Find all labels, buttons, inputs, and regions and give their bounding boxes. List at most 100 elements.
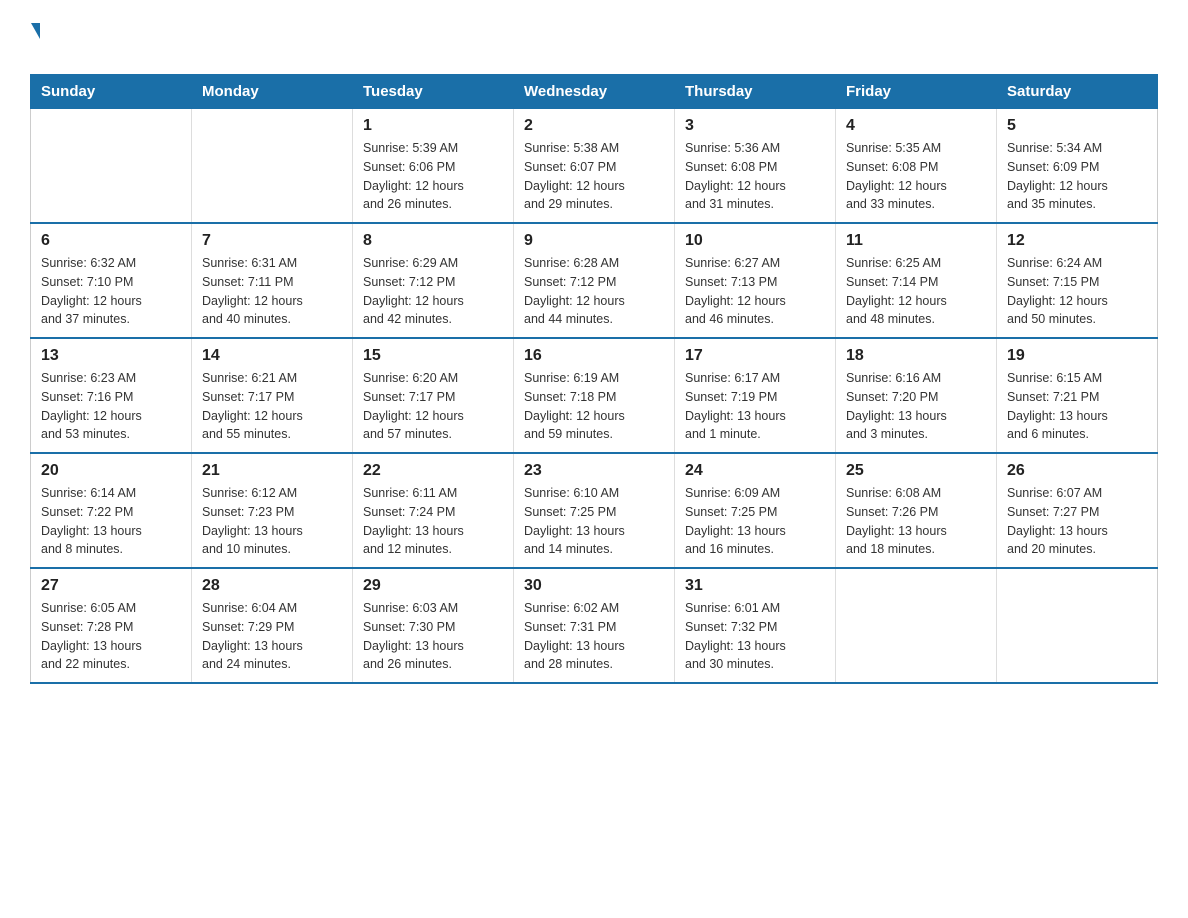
day-number: 12 bbox=[1007, 232, 1147, 250]
day-info: Sunrise: 6:02 AM Sunset: 7:31 PM Dayligh… bbox=[524, 599, 664, 674]
day-info: Sunrise: 6:25 AM Sunset: 7:14 PM Dayligh… bbox=[846, 254, 986, 329]
day-info: Sunrise: 6:17 AM Sunset: 7:19 PM Dayligh… bbox=[685, 369, 825, 444]
day-info: Sunrise: 6:05 AM Sunset: 7:28 PM Dayligh… bbox=[41, 599, 181, 674]
logo bbox=[30, 20, 40, 62]
day-info: Sunrise: 6:23 AM Sunset: 7:16 PM Dayligh… bbox=[41, 369, 181, 444]
calendar-cell: 16 Sunrise: 6:19 AM Sunset: 7:18 PM Dayli… bbox=[514, 338, 675, 453]
calendar-cell: 23 Sunrise: 6:10 AM Sunset: 7:25 PM Dayli… bbox=[514, 453, 675, 568]
day-number: 23 bbox=[524, 462, 664, 480]
day-number: 3 bbox=[685, 117, 825, 135]
day-info: Sunrise: 6:28 AM Sunset: 7:12 PM Dayligh… bbox=[524, 254, 664, 329]
day-info: Sunrise: 6:14 AM Sunset: 7:22 PM Dayligh… bbox=[41, 484, 181, 559]
day-info: Sunrise: 6:27 AM Sunset: 7:13 PM Dayligh… bbox=[685, 254, 825, 329]
logo-arrow-icon bbox=[31, 23, 40, 39]
day-info: Sunrise: 5:39 AM Sunset: 6:06 PM Dayligh… bbox=[363, 139, 503, 214]
calendar-week-row: 13 Sunrise: 6:23 AM Sunset: 7:16 PM Dayli… bbox=[31, 338, 1158, 453]
day-info: Sunrise: 6:15 AM Sunset: 7:21 PM Dayligh… bbox=[1007, 369, 1147, 444]
calendar-cell: 25 Sunrise: 6:08 AM Sunset: 7:26 PM Dayli… bbox=[836, 453, 997, 568]
calendar-cell: 13 Sunrise: 6:23 AM Sunset: 7:16 PM Dayli… bbox=[31, 338, 192, 453]
calendar-cell: 3 Sunrise: 5:36 AM Sunset: 6:08 PM Daylig… bbox=[675, 109, 836, 224]
calendar-table: SundayMondayTuesdayWednesdayThursdayFrid… bbox=[30, 74, 1158, 684]
calendar-cell: 9 Sunrise: 6:28 AM Sunset: 7:12 PM Daylig… bbox=[514, 223, 675, 338]
day-number: 21 bbox=[202, 462, 342, 480]
day-info: Sunrise: 6:07 AM Sunset: 7:27 PM Dayligh… bbox=[1007, 484, 1147, 559]
day-info: Sunrise: 6:10 AM Sunset: 7:25 PM Dayligh… bbox=[524, 484, 664, 559]
calendar-cell bbox=[31, 109, 192, 224]
day-number: 13 bbox=[41, 347, 181, 365]
day-number: 20 bbox=[41, 462, 181, 480]
calendar-cell: 26 Sunrise: 6:07 AM Sunset: 7:27 PM Dayli… bbox=[997, 453, 1158, 568]
day-number: 27 bbox=[41, 577, 181, 595]
calendar-cell: 27 Sunrise: 6:05 AM Sunset: 7:28 PM Dayli… bbox=[31, 568, 192, 683]
calendar-cell: 19Sunrise: 6:15 AM Sunset: 7:21 PM Dayli… bbox=[997, 338, 1158, 453]
day-number: 15 bbox=[363, 347, 503, 365]
calendar-cell: 14Sunrise: 6:21 AM Sunset: 7:17 PM Dayli… bbox=[192, 338, 353, 453]
day-info: Sunrise: 6:09 AM Sunset: 7:25 PM Dayligh… bbox=[685, 484, 825, 559]
calendar-header-sunday: Sunday bbox=[31, 75, 192, 109]
calendar-cell: 10 Sunrise: 6:27 AM Sunset: 7:13 PM Dayli… bbox=[675, 223, 836, 338]
calendar-header-tuesday: Tuesday bbox=[353, 75, 514, 109]
day-number: 6 bbox=[41, 232, 181, 250]
calendar-cell: 2 Sunrise: 5:38 AM Sunset: 6:07 PM Daylig… bbox=[514, 109, 675, 224]
day-number: 26 bbox=[1007, 462, 1147, 480]
calendar-cell bbox=[192, 109, 353, 224]
day-number: 9 bbox=[524, 232, 664, 250]
calendar-cell: 7 Sunrise: 6:31 AM Sunset: 7:11 PM Daylig… bbox=[192, 223, 353, 338]
day-info: Sunrise: 6:20 AM Sunset: 7:17 PM Dayligh… bbox=[363, 369, 503, 444]
day-info: Sunrise: 6:16 AM Sunset: 7:20 PM Dayligh… bbox=[846, 369, 986, 444]
calendar-cell: 21 Sunrise: 6:12 AM Sunset: 7:23 PM Dayli… bbox=[192, 453, 353, 568]
day-info: Sunrise: 6:01 AM Sunset: 7:32 PM Dayligh… bbox=[685, 599, 825, 674]
calendar-cell: 12 Sunrise: 6:24 AM Sunset: 7:15 PM Dayli… bbox=[997, 223, 1158, 338]
calendar-cell: 8Sunrise: 6:29 AM Sunset: 7:12 PM Daylig… bbox=[353, 223, 514, 338]
day-info: Sunrise: 6:19 AM Sunset: 7:18 PM Dayligh… bbox=[524, 369, 664, 444]
day-number: 5 bbox=[1007, 117, 1147, 135]
day-info: Sunrise: 6:21 AM Sunset: 7:17 PM Dayligh… bbox=[202, 369, 342, 444]
day-info: Sunrise: 6:31 AM Sunset: 7:11 PM Dayligh… bbox=[202, 254, 342, 329]
calendar-cell: 11 Sunrise: 6:25 AM Sunset: 7:14 PM Dayli… bbox=[836, 223, 997, 338]
day-info: Sunrise: 6:12 AM Sunset: 7:23 PM Dayligh… bbox=[202, 484, 342, 559]
calendar-header-wednesday: Wednesday bbox=[514, 75, 675, 109]
day-number: 7 bbox=[202, 232, 342, 250]
day-info: Sunrise: 5:36 AM Sunset: 6:08 PM Dayligh… bbox=[685, 139, 825, 214]
day-number: 11 bbox=[846, 232, 986, 250]
calendar-cell: 28 Sunrise: 6:04 AM Sunset: 7:29 PM Dayli… bbox=[192, 568, 353, 683]
calendar-cell: 20 Sunrise: 6:14 AM Sunset: 7:22 PM Dayli… bbox=[31, 453, 192, 568]
day-number: 16 bbox=[524, 347, 664, 365]
calendar-week-row: 20 Sunrise: 6:14 AM Sunset: 7:22 PM Dayli… bbox=[31, 453, 1158, 568]
calendar-week-row: 1 Sunrise: 5:39 AM Sunset: 6:06 PM Daylig… bbox=[31, 109, 1158, 224]
day-info: Sunrise: 5:38 AM Sunset: 6:07 PM Dayligh… bbox=[524, 139, 664, 214]
calendar-header-row: SundayMondayTuesdayWednesdayThursdayFrid… bbox=[31, 75, 1158, 109]
day-number: 22 bbox=[363, 462, 503, 480]
day-number: 18 bbox=[846, 347, 986, 365]
day-number: 25 bbox=[846, 462, 986, 480]
calendar-cell: 22 Sunrise: 6:11 AM Sunset: 7:24 PM Dayli… bbox=[353, 453, 514, 568]
page-header bbox=[30, 20, 1158, 62]
calendar-cell bbox=[836, 568, 997, 683]
calendar-header-thursday: Thursday bbox=[675, 75, 836, 109]
calendar-cell: 1 Sunrise: 5:39 AM Sunset: 6:06 PM Daylig… bbox=[353, 109, 514, 224]
day-number: 10 bbox=[685, 232, 825, 250]
calendar-cell: 31Sunrise: 6:01 AM Sunset: 7:32 PM Dayli… bbox=[675, 568, 836, 683]
day-info: Sunrise: 6:29 AM Sunset: 7:12 PM Dayligh… bbox=[363, 254, 503, 329]
day-number: 2 bbox=[524, 117, 664, 135]
day-number: 17 bbox=[685, 347, 825, 365]
calendar-cell: 18 Sunrise: 6:16 AM Sunset: 7:20 PM Dayli… bbox=[836, 338, 997, 453]
day-number: 28 bbox=[202, 577, 342, 595]
calendar-cell: 24 Sunrise: 6:09 AM Sunset: 7:25 PM Dayli… bbox=[675, 453, 836, 568]
calendar-header-monday: Monday bbox=[192, 75, 353, 109]
day-info: Sunrise: 6:08 AM Sunset: 7:26 PM Dayligh… bbox=[846, 484, 986, 559]
calendar-cell: 29 Sunrise: 6:03 AM Sunset: 7:30 PM Dayli… bbox=[353, 568, 514, 683]
day-number: 29 bbox=[363, 577, 503, 595]
day-info: Sunrise: 6:11 AM Sunset: 7:24 PM Dayligh… bbox=[363, 484, 503, 559]
calendar-cell: 6Sunrise: 6:32 AM Sunset: 7:10 PM Daylig… bbox=[31, 223, 192, 338]
calendar-week-row: 27 Sunrise: 6:05 AM Sunset: 7:28 PM Dayli… bbox=[31, 568, 1158, 683]
calendar-week-row: 6Sunrise: 6:32 AM Sunset: 7:10 PM Daylig… bbox=[31, 223, 1158, 338]
day-info: Sunrise: 6:04 AM Sunset: 7:29 PM Dayligh… bbox=[202, 599, 342, 674]
day-info: Sunrise: 6:24 AM Sunset: 7:15 PM Dayligh… bbox=[1007, 254, 1147, 329]
day-number: 24 bbox=[685, 462, 825, 480]
day-info: Sunrise: 5:34 AM Sunset: 6:09 PM Dayligh… bbox=[1007, 139, 1147, 214]
calendar-cell: 30Sunrise: 6:02 AM Sunset: 7:31 PM Dayli… bbox=[514, 568, 675, 683]
day-number: 1 bbox=[363, 117, 503, 135]
day-info: Sunrise: 6:03 AM Sunset: 7:30 PM Dayligh… bbox=[363, 599, 503, 674]
calendar-cell: 4Sunrise: 5:35 AM Sunset: 6:08 PM Daylig… bbox=[836, 109, 997, 224]
